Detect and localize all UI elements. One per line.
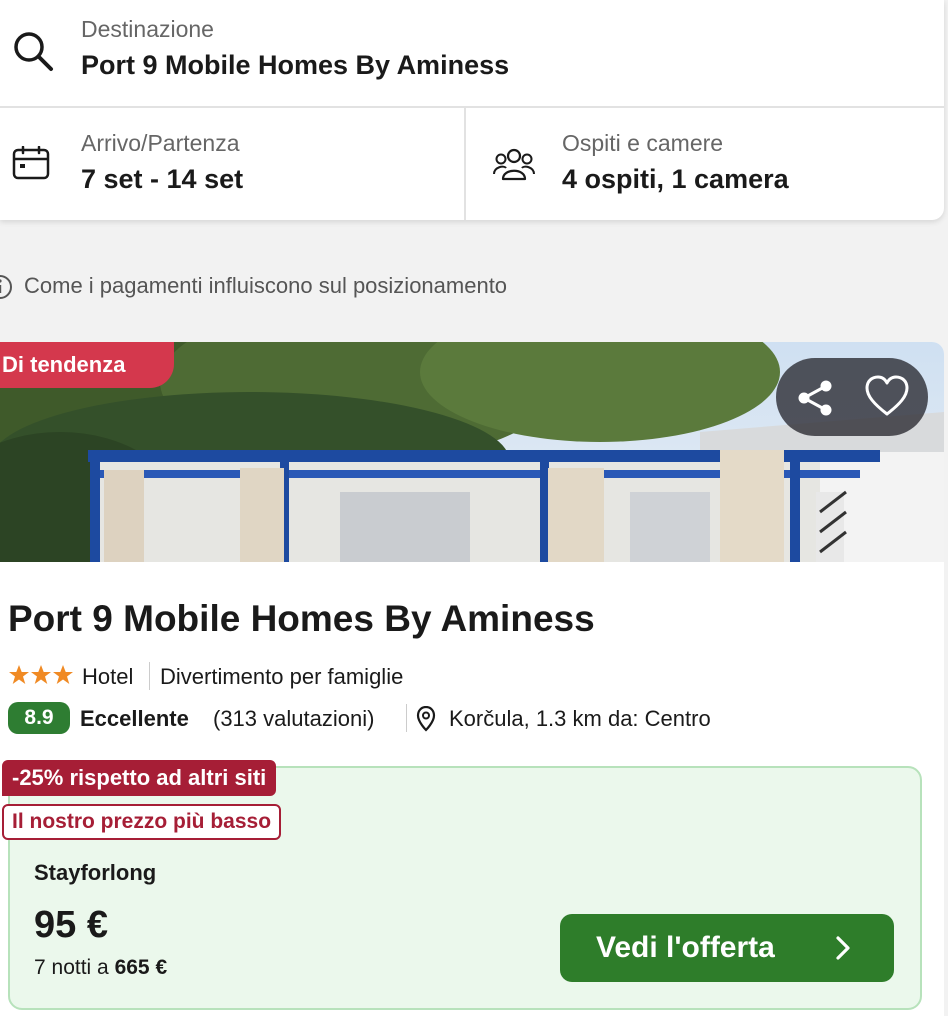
- destination-field[interactable]: Destinazione Port 9 Mobile Homes By Amin…: [0, 0, 944, 108]
- discount-badge: -25% rispetto ad altri siti: [2, 760, 277, 796]
- guests-value: 4 ospiti, 1 camera: [562, 164, 789, 194]
- share-icon[interactable]: [794, 376, 838, 420]
- divider: [406, 704, 407, 732]
- hotel-type: Hotel: [82, 664, 134, 689]
- dates-guests-row: Arrivo/Partenza 7 set - 14 set Ospiti e …: [0, 108, 944, 220]
- rating-count[interactable]: (313 valutazioni): [213, 706, 374, 732]
- hotel-card[interactable]: Di tendenza Port 9 Mobile Homes By Amine…: [0, 342, 944, 1016]
- star-rating: [9, 665, 73, 684]
- info-text: Come i pagamenti influiscono sul posizio…: [24, 273, 508, 298]
- offer-provider: Stayforlong: [34, 860, 157, 885]
- calendar-icon: [12, 146, 50, 180]
- rating-label: Eccellente: [80, 706, 189, 731]
- lowest-price-badge: Il nostro prezzo più basso: [2, 804, 282, 840]
- offer-total: 7 notti a 665 €: [34, 956, 167, 980]
- trending-badge: Di tendenza: [0, 342, 174, 388]
- total-price: 665 €: [114, 956, 168, 979]
- offer-price: 95 €: [34, 904, 108, 946]
- hotel-name[interactable]: Port 9 Mobile Homes By Aminess: [8, 598, 595, 640]
- view-offer-button[interactable]: Vedi l'offerta: [560, 914, 894, 982]
- destination-value: Port 9 Mobile Homes By Aminess: [81, 50, 510, 80]
- nights-text: 7 notti a: [34, 956, 109, 979]
- rating-score-badge: 8.9: [8, 702, 70, 734]
- photo-actions: [776, 358, 928, 436]
- hotel-location[interactable]: Korčula, 1.3 km da: Centro: [449, 706, 711, 732]
- view-offer-label: Vedi l'offerta: [596, 931, 775, 964]
- people-icon: [493, 148, 535, 181]
- dates-label: Arrivo/Partenza: [81, 130, 240, 156]
- map-pin-icon: [416, 706, 436, 732]
- dates-value: 7 set - 14 set: [81, 164, 244, 194]
- heart-icon[interactable]: [864, 374, 910, 420]
- payment-ranking-info[interactable]: Come i pagamenti influiscono sul posizio…: [0, 270, 700, 304]
- destination-label: Destinazione: [81, 16, 214, 42]
- guests-label: Ospiti e camere: [562, 130, 724, 156]
- chevron-right-icon: [836, 936, 850, 960]
- search-summary-card: Destinazione Port 9 Mobile Homes By Amin…: [0, 0, 944, 220]
- guests-field[interactable]: Ospiti e camere 4 ospiti, 1 camera: [466, 108, 944, 220]
- info-icon: [0, 275, 12, 299]
- dates-field[interactable]: Arrivo/Partenza 7 set - 14 set: [0, 108, 466, 220]
- hotel-category: Divertimento per famiglie: [160, 664, 404, 689]
- search-icon: [14, 32, 53, 71]
- divider: [149, 662, 150, 690]
